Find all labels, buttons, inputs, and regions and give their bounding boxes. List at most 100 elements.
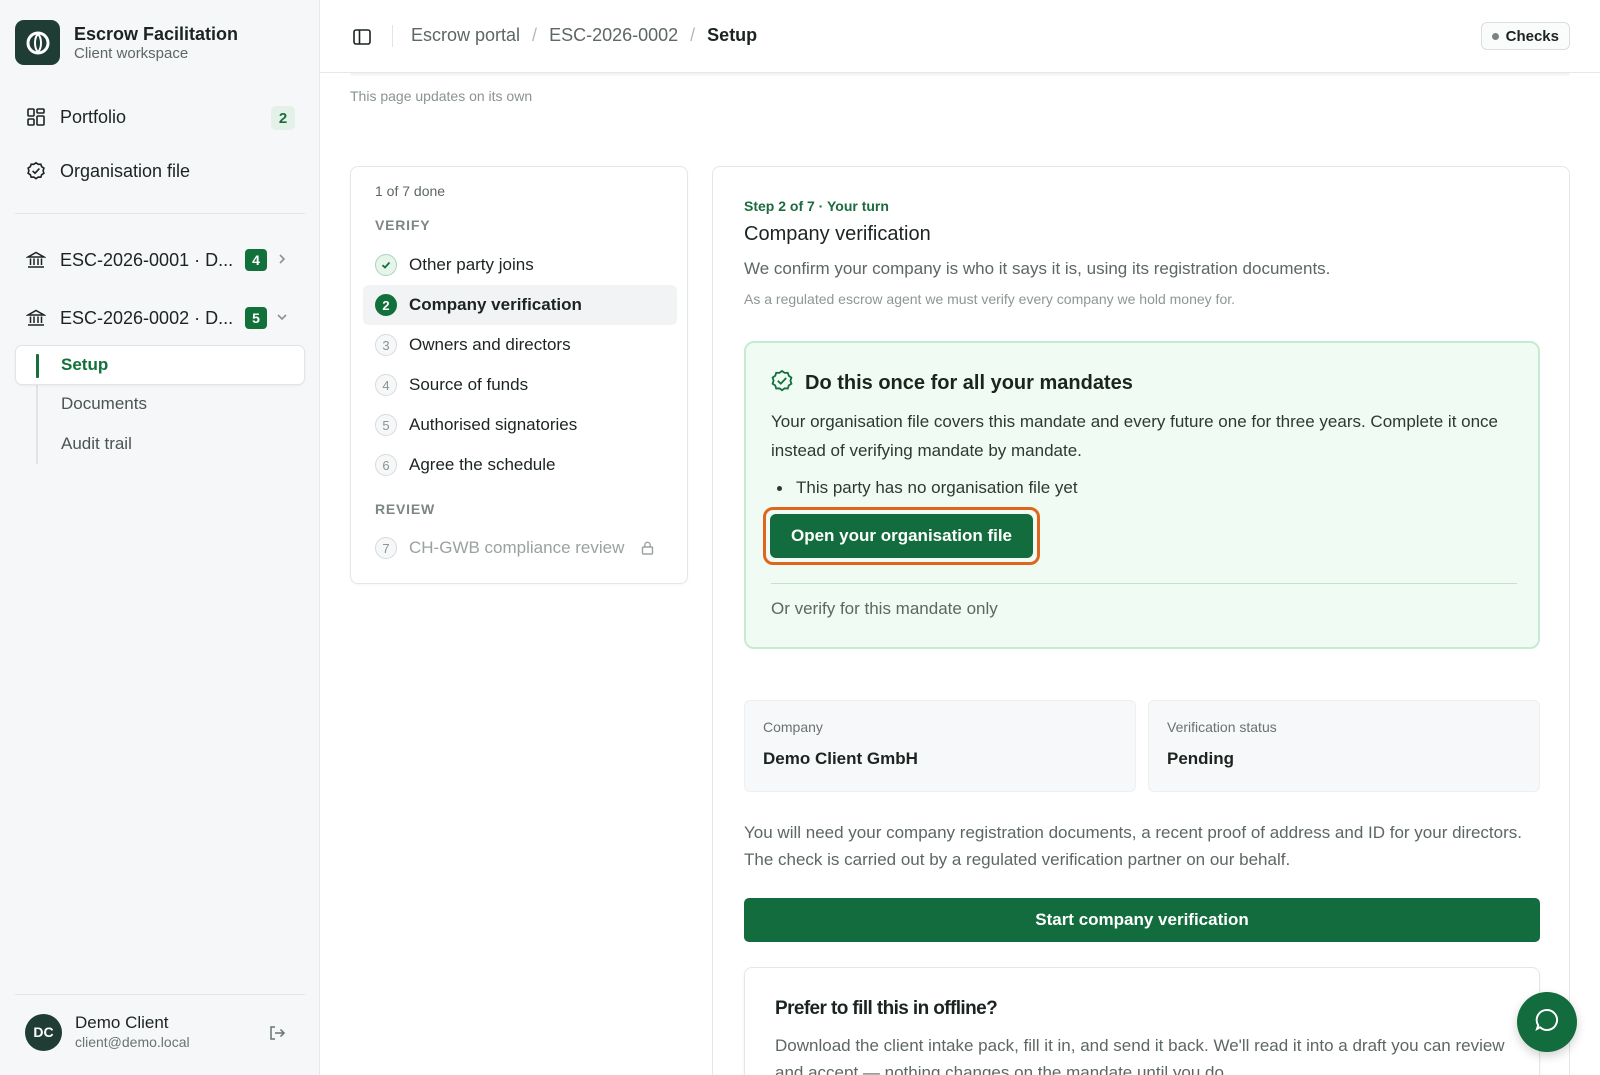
breadcrumb-current: Setup — [707, 25, 758, 45]
sub-nav-setup-label: Setup — [61, 355, 109, 374]
step-number: 7 — [375, 537, 397, 559]
group-label-verify: VERIFY — [375, 217, 431, 233]
open-organisation-file-button[interactable]: Open your organisation file — [770, 514, 1033, 558]
step-description: We confirm your company is who it says i… — [744, 259, 1331, 278]
mandate-0002-count-badge: 5 — [245, 307, 267, 329]
verification-status-tile: Verification status Pending — [1148, 700, 1540, 792]
step-label: Authorised signatories — [409, 415, 578, 434]
nav-mandate-0001[interactable]: ESC-2026-0001 · D... 4 — [15, 240, 305, 280]
status-dot-icon — [1491, 32, 1499, 40]
toolbar-divider — [392, 25, 393, 47]
requirements-text: You will need your company registration … — [744, 823, 1522, 869]
step-label: Agree the schedule — [409, 455, 556, 474]
brand[interactable]: Escrow Facilitation Client workspace — [15, 20, 238, 65]
sidebar-footer-divider — [15, 994, 305, 995]
step-indicator: Step 2 of 7 · Your turn — [744, 198, 889, 214]
brand-subtitle: Client workspace — [74, 44, 189, 62]
step-item-locked: 7 CH-GWB compliance review — [363, 528, 677, 568]
verify-mandate-only-link[interactable]: Or verify for this mandate only — [771, 599, 998, 619]
company-label: Company — [763, 719, 823, 735]
group-label-review: REVIEW — [375, 501, 436, 517]
callout-bullet-text: This party has no organisation file yet — [796, 478, 1078, 497]
start-company-verification-button[interactable]: Start company verification — [744, 898, 1540, 942]
step-label: Owners and directors — [409, 335, 571, 354]
top-bar: Escrow portal / ESC-2026-0002 / Setup Ch… — [320, 0, 1600, 73]
nav-organisation-file[interactable]: Organisation file — [15, 151, 305, 191]
grid-icon — [25, 106, 47, 128]
step-item[interactable]: 6 Agree the schedule — [363, 445, 677, 485]
mandate-0001-count-badge: 4 — [245, 249, 267, 271]
nav-organisation-file-label: Organisation file — [60, 160, 191, 181]
focus-highlight: Open your organisation file — [763, 507, 1040, 565]
chat-button[interactable] — [1517, 992, 1577, 1052]
step-list: 1 of 7 done VERIFY Other party joins 2 C… — [350, 166, 688, 584]
breadcrumb-portal[interactable]: Escrow portal — [411, 25, 520, 46]
nav-portfolio-label: Portfolio — [60, 106, 127, 127]
step-detail-card: Step 2 of 7 · Your turn Company verifica… — [712, 166, 1570, 1075]
user-profile[interactable]: DC Demo Client client@demo.local — [25, 1013, 190, 1051]
sidebar-divider — [15, 213, 305, 214]
brand-title: Escrow Facilitation — [74, 23, 239, 44]
breadcrumb-mandate[interactable]: ESC-2026-0002 — [549, 25, 678, 46]
mandate-0001-label: ESC-2026-0001 · D... — [60, 249, 234, 270]
active-indicator — [36, 354, 39, 378]
step-number: 3 — [375, 334, 397, 356]
live-update-note: This page updates on its own — [350, 88, 533, 104]
step-item[interactable]: 3 Owners and directors — [363, 325, 677, 365]
bank-icon — [25, 249, 47, 271]
nav-portfolio[interactable]: Portfolio 2 — [15, 97, 305, 137]
check-circle-icon — [770, 369, 794, 398]
company-tile: Company Demo Client GmbH — [744, 700, 1136, 792]
sidebar-toggle-icon[interactable] — [350, 25, 374, 49]
callout-bullet: This party has no organisation file yet — [771, 478, 1078, 498]
status-label: Verification status — [1167, 719, 1277, 735]
user-name: Demo Client — [75, 1013, 169, 1032]
sub-nav-audit-trail[interactable]: Audit trail — [61, 434, 132, 454]
chevron-down-icon[interactable] — [273, 308, 291, 326]
regulatory-note: As a regulated escrow agent we must veri… — [744, 291, 1236, 307]
sidebar: Escrow Facilitation Client workspace Por… — [0, 0, 320, 1075]
status-value: Pending — [1167, 749, 1235, 768]
step-number: 2 — [375, 294, 397, 316]
step-label: Company verification — [409, 295, 582, 314]
portfolio-count-badge: 2 — [271, 106, 295, 130]
mandate-0002-label: ESC-2026-0002 · D... — [60, 307, 234, 328]
step-label: Other party joins — [409, 255, 534, 274]
nav-mandate-0002[interactable]: ESC-2026-0002 · D... 5 — [15, 298, 305, 338]
offline-text: Download the client intake pack, fill it… — [775, 1036, 1505, 1075]
bank-icon — [25, 307, 47, 329]
checks-button[interactable]: Checks — [1480, 22, 1570, 50]
sub-nav-setup[interactable]: Setup — [15, 345, 305, 385]
logout-icon[interactable] — [266, 1022, 288, 1044]
company-value: Demo Client GmbH — [763, 749, 918, 768]
sub-nav-documents[interactable]: Documents — [61, 394, 147, 414]
step-number: 4 — [375, 374, 397, 396]
header-shadow — [350, 73, 1570, 77]
offline-option-card: Prefer to fill this in offline? Download… — [744, 967, 1540, 1075]
chat-bubble-icon — [1534, 1007, 1560, 1038]
checks-label: Checks — [1505, 27, 1559, 45]
step-label: CH-GWB compliance review — [409, 538, 625, 557]
chevron-right-icon[interactable] — [273, 250, 291, 268]
callout-text: Your organisation file covers this manda… — [771, 412, 1498, 460]
step-label: Source of funds — [409, 375, 529, 394]
step-item-current[interactable]: 2 Company verification — [363, 285, 677, 325]
step-number: 6 — [375, 454, 397, 476]
lock-icon — [639, 540, 655, 556]
step-item[interactable]: 4 Source of funds — [363, 365, 677, 405]
organisation-file-callout: Do this once for all your mandates Your … — [744, 341, 1540, 649]
page-title: Company verification — [744, 223, 931, 245]
step-number: 5 — [375, 414, 397, 436]
callout-title: Do this once for all your mandates — [805, 372, 1133, 394]
check-icon — [375, 254, 397, 276]
avatar: DC — [25, 1013, 62, 1051]
offline-title: Prefer to fill this in offline? — [775, 998, 998, 1019]
brand-logo — [15, 20, 60, 65]
step-progress: 1 of 7 done — [375, 183, 446, 199]
step-item[interactable]: 5 Authorised signatories — [363, 405, 677, 445]
step-item[interactable]: Other party joins — [363, 245, 677, 285]
breadcrumb: Escrow portal / ESC-2026-0002 / Setup — [411, 25, 758, 46]
check-circle-icon — [25, 160, 47, 182]
callout-divider — [771, 583, 1517, 584]
user-email: client@demo.local — [75, 1034, 190, 1050]
